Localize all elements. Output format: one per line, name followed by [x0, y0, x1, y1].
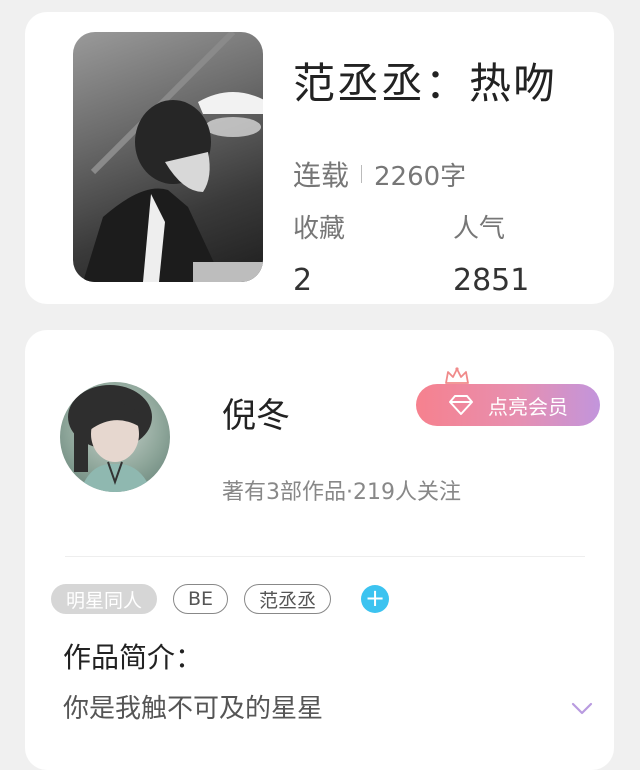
- word-count: 2260字: [374, 161, 467, 192]
- status-row: 连载 2260字: [293, 154, 466, 194]
- intro-text: 你是我触不可及的星星: [63, 694, 324, 724]
- favorites-stat: 收藏 2: [293, 208, 345, 298]
- popularity-value: 2851: [453, 263, 530, 298]
- popularity-stat: 人气 2851: [453, 208, 529, 298]
- book-info-card: 范丞丞：热吻 连载 2260字 收藏 2 人气 2851: [25, 12, 614, 304]
- diamond-icon: [449, 395, 473, 415]
- chevron-down-icon[interactable]: [571, 702, 593, 716]
- crown-icon: [445, 367, 469, 384]
- vip-button[interactable]: 点亮会员: [416, 384, 600, 426]
- section-divider: [65, 556, 585, 557]
- tag-item[interactable]: 明星同人: [51, 584, 158, 614]
- author-meta: 著有3部作品·219人关注: [222, 480, 461, 505]
- tag-item[interactable]: 范丞丞: [244, 584, 332, 614]
- serial-status: 连载: [293, 159, 350, 192]
- vip-area: 点亮会员: [416, 366, 602, 426]
- favorites-label: 收藏: [293, 214, 346, 244]
- author-name[interactable]: 倪冬: [222, 388, 290, 437]
- popularity-label: 人气: [453, 214, 506, 244]
- favorites-value: 2: [293, 263, 313, 298]
- plus-icon: +: [365, 584, 386, 612]
- author-avatar[interactable]: [60, 382, 170, 492]
- divider: [361, 165, 363, 183]
- intro-title: 作品简介：: [63, 641, 204, 674]
- tag-list: 明星同人 BE 范丞丞 +: [51, 584, 390, 614]
- vip-button-label: 点亮会员: [488, 394, 568, 419]
- author-card: 倪冬 著有3部作品·219人关注 点亮会员 明星同人 BE 范丞丞 + 作品简介…: [25, 330, 614, 770]
- book-cover-image[interactable]: [73, 32, 263, 282]
- tag-item[interactable]: BE: [173, 584, 229, 614]
- book-title: 范丞丞：热吻: [293, 59, 558, 108]
- add-tag-button[interactable]: +: [361, 584, 390, 613]
